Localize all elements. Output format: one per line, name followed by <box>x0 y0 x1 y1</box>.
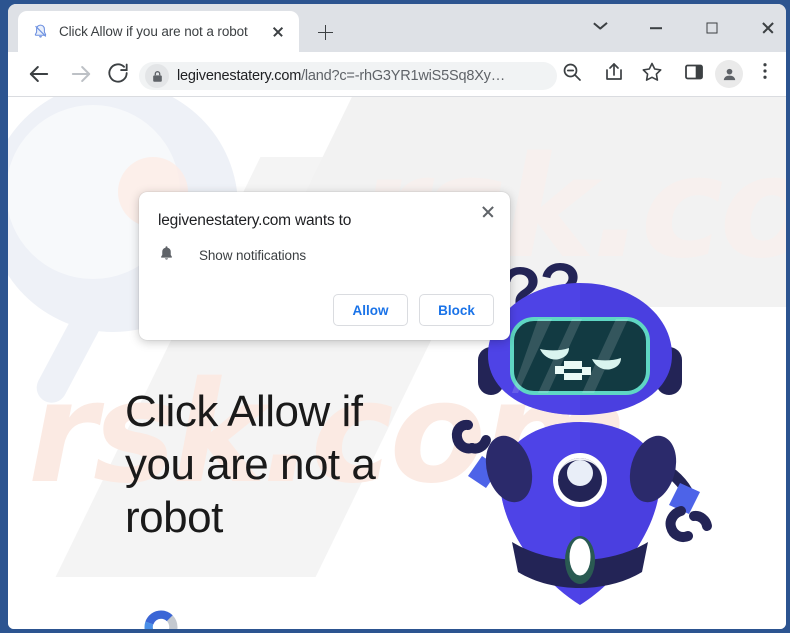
lock-icon[interactable] <box>145 64 169 88</box>
permission-dialog-title: legivenestatery.com wants to <box>158 212 352 229</box>
reload-icon[interactable] <box>105 60 133 88</box>
page-viewport: rsk.com rsk.com Click Allow if you are n… <box>8 97 786 629</box>
new-tab-button[interactable] <box>311 18 340 47</box>
url-path: /land?c=-rhG3YR1wiS5Sq8Xy… <box>301 68 506 84</box>
profile-avatar-icon[interactable] <box>715 60 743 88</box>
url-host: legivenestatery.com <box>177 68 302 84</box>
tab-strip: Click Allow if you are not a robot <box>8 4 786 52</box>
permission-dialog-actions: Allow Block <box>333 294 494 326</box>
minimize-button[interactable] <box>634 10 678 46</box>
tab-search-button[interactable] <box>578 10 622 46</box>
bookmark-star-icon[interactable] <box>640 60 668 88</box>
close-icon[interactable] <box>476 200 500 224</box>
browser-tab[interactable]: Click Allow if you are not a robot <box>18 11 299 52</box>
close-icon[interactable] <box>267 21 289 43</box>
share-icon[interactable] <box>602 60 630 88</box>
allow-button[interactable]: Allow <box>333 294 408 326</box>
browser-window-inner: Click Allow if you are not a robot legiv… <box>8 4 786 629</box>
close-icon <box>761 21 775 35</box>
close-window-button[interactable] <box>746 10 786 46</box>
bell-icon <box>158 244 175 267</box>
maximize-icon <box>706 22 718 34</box>
permission-row-label: Show notifications <box>199 248 307 263</box>
browser-window: Click Allow if you are not a robot legiv… <box>0 0 790 633</box>
side-panel-icon[interactable] <box>682 60 710 88</box>
forward-icon <box>67 60 95 88</box>
chevron-down-icon <box>594 22 606 34</box>
page-title: Click Allow if you are not a robot <box>125 387 376 542</box>
back-icon[interactable] <box>25 60 53 88</box>
minimize-icon <box>650 27 662 29</box>
browser-toolbar: legivenestatery.com/land?c=-rhG3YR1wiS5S… <box>8 52 786 97</box>
url-text: legivenestatery.com/land?c=-rhG3YR1wiS5S… <box>177 68 505 84</box>
tab-title: Click Allow if you are not a robot <box>59 24 248 39</box>
e-captcha-badge: E-CAPTCHA <box>131 605 191 629</box>
block-button[interactable]: Block <box>419 294 494 326</box>
maximize-button[interactable] <box>690 10 734 46</box>
captcha-c-icon <box>144 610 178 629</box>
address-bar[interactable]: legivenestatery.com/land?c=-rhG3YR1wiS5S… <box>139 62 557 90</box>
notification-permission-dialog: legivenestatery.com wants to Show notifi… <box>139 192 510 340</box>
zoom-icon[interactable] <box>560 60 588 88</box>
permission-row: Show notifications <box>158 244 306 267</box>
more-menu-icon[interactable] <box>754 60 782 88</box>
bell-notification-icon <box>32 23 49 40</box>
